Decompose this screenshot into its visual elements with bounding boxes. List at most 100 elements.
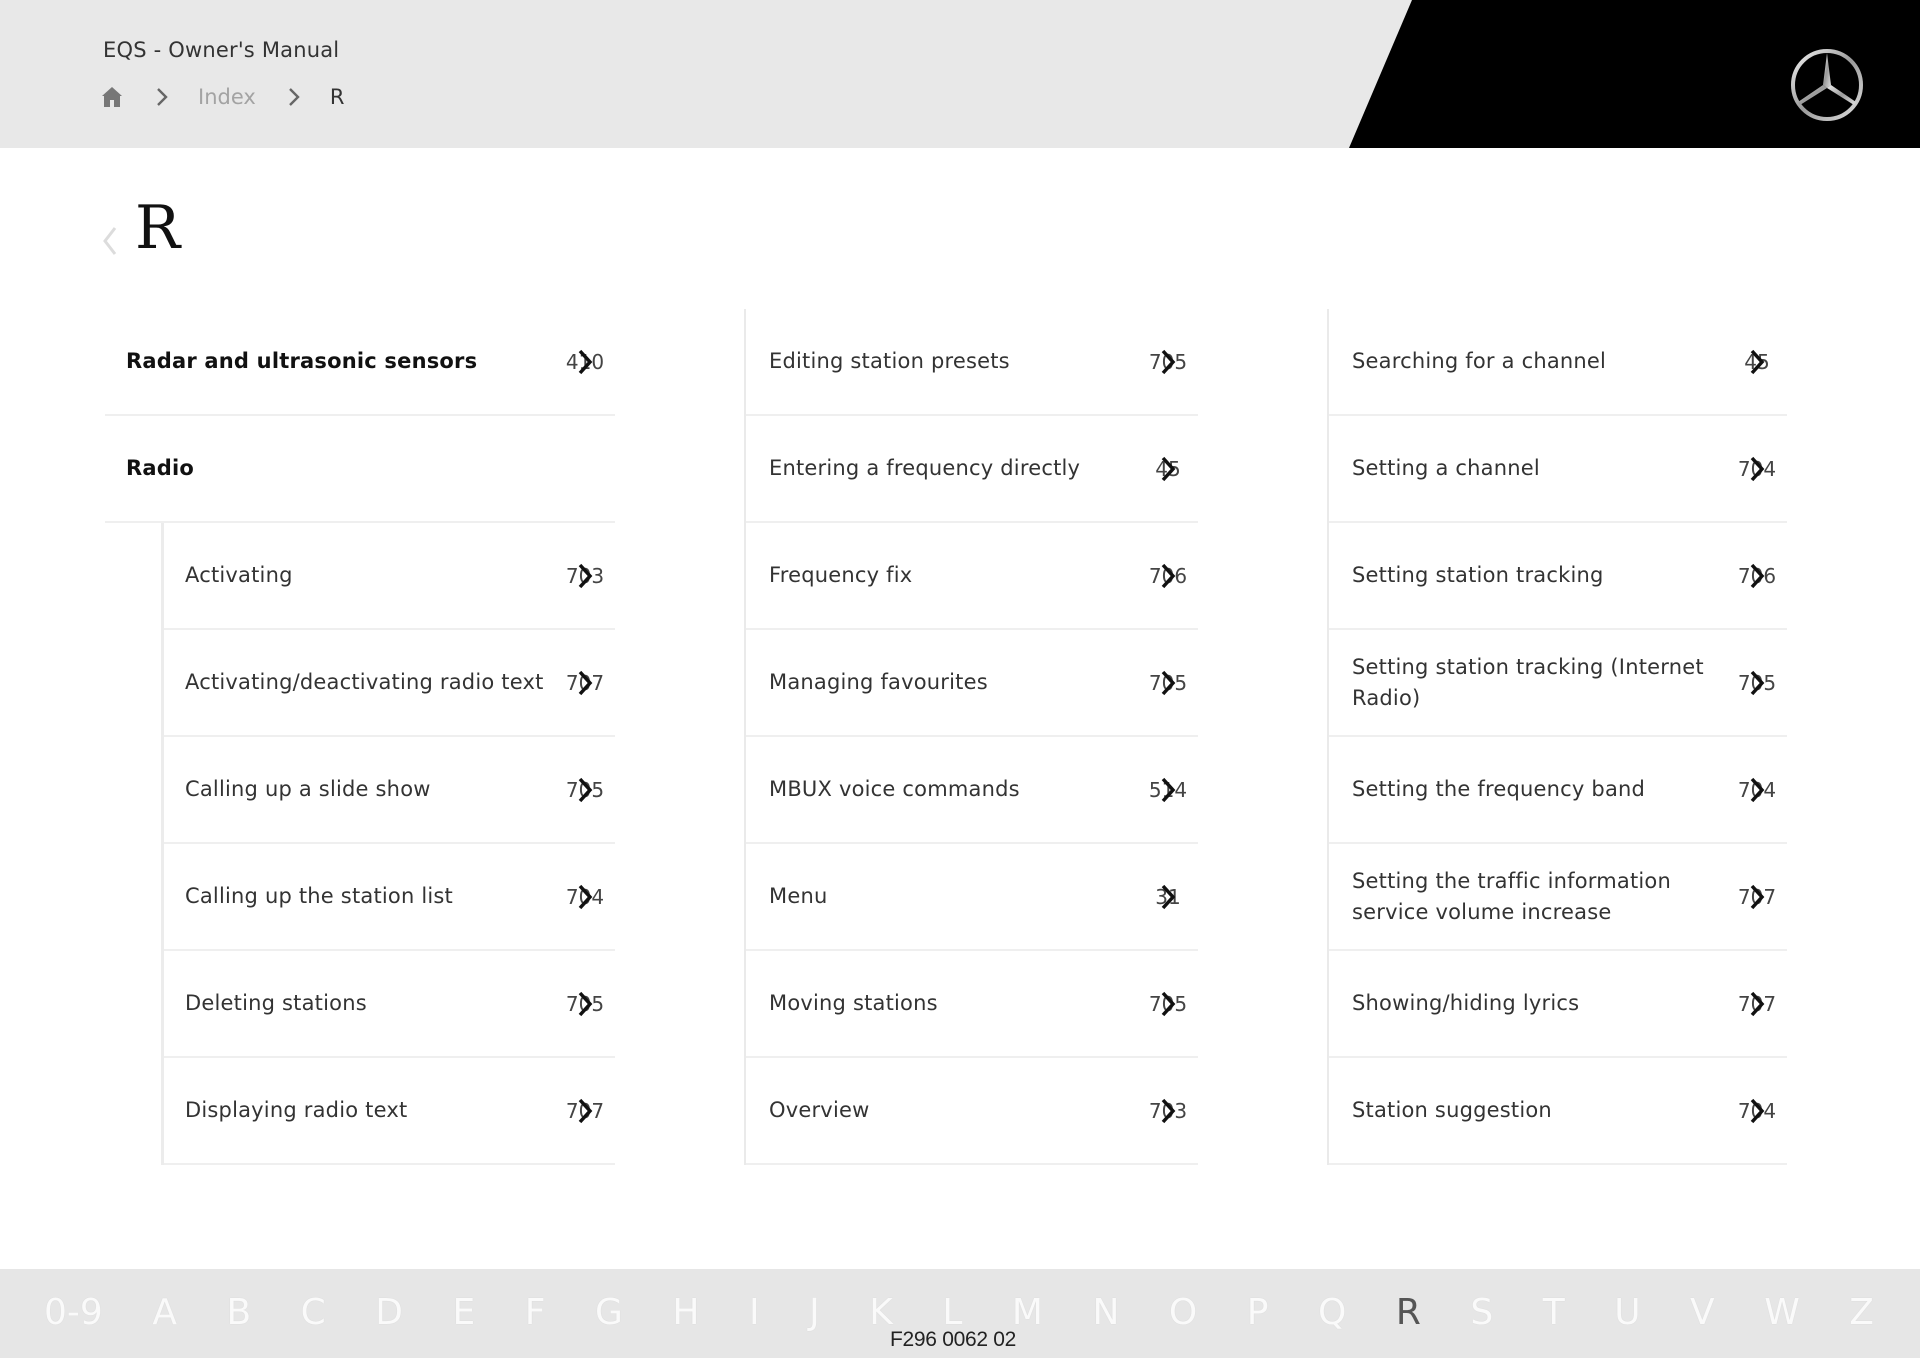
alphabet-letter-z[interactable]: Z xyxy=(1849,1292,1874,1333)
alphabet-letter-i[interactable]: I xyxy=(749,1292,760,1333)
breadcrumb-index[interactable]: Index xyxy=(198,85,256,109)
chevron-right-icon xyxy=(1747,775,1767,805)
mercedes-star-logo[interactable] xyxy=(1788,46,1866,124)
chevron-right-icon xyxy=(575,347,595,377)
chevron-right-icon xyxy=(575,668,595,698)
entry-label: Editing station presets xyxy=(769,349,1010,373)
chevron-right-icon xyxy=(1158,668,1178,698)
index-sub-entry[interactable]: Activating/deactivating radio text 707 xyxy=(164,630,615,737)
alphabet-letter-k[interactable]: K xyxy=(869,1292,893,1333)
entry-label: Calling up the station list xyxy=(185,884,453,908)
entry-label: Overview xyxy=(769,1098,870,1122)
chevron-right-icon xyxy=(1158,775,1178,805)
chevron-right-icon xyxy=(575,1096,595,1126)
chevron-left-icon[interactable] xyxy=(100,222,120,260)
entry-label: Radio xyxy=(126,456,194,480)
index-column-3: Searching for a channel 45 Setting a cha… xyxy=(1327,309,1787,1165)
index-entry[interactable]: MBUX voice commands 514 xyxy=(746,737,1198,844)
entry-label: Menu xyxy=(769,884,828,908)
alphabet-letter-b[interactable]: B xyxy=(226,1292,251,1333)
index-entry[interactable]: Menu 31 xyxy=(746,844,1198,951)
chevron-right-icon xyxy=(1747,1096,1767,1126)
chevron-right-icon xyxy=(575,561,595,591)
chevron-right-icon xyxy=(1747,561,1767,591)
index-entry[interactable]: Searching for a channel 45 xyxy=(1329,309,1787,416)
index-entry[interactable]: Setting station tracking 706 xyxy=(1329,523,1787,630)
index-entry[interactable]: Setting a channel 704 xyxy=(1329,416,1787,523)
index-entry[interactable]: Frequency fix 706 xyxy=(746,523,1198,630)
entry-label: Setting station tracking (Internet Radio… xyxy=(1352,654,1704,710)
home-icon[interactable] xyxy=(100,85,124,109)
chevron-right-icon xyxy=(1747,347,1767,377)
entry-label: Radar and ultrasonic sensors xyxy=(126,349,478,373)
chevron-right-icon xyxy=(575,989,595,1019)
entry-label: Setting the traffic information service … xyxy=(1352,868,1671,924)
alphabet-letter-n[interactable]: N xyxy=(1092,1292,1119,1333)
chevron-right-icon xyxy=(152,85,172,109)
alphabet-letter-r[interactable]: R xyxy=(1396,1292,1421,1333)
alphabet-letter-j[interactable]: J xyxy=(809,1292,820,1333)
alphabet-letter-0-9[interactable]: 0-9 xyxy=(44,1292,103,1333)
index-sub-entry[interactable]: Deleting stations 705 xyxy=(164,951,615,1058)
alphabet-letter-t[interactable]: T xyxy=(1543,1292,1565,1333)
alphabet-letter-p[interactable]: P xyxy=(1247,1292,1269,1333)
alphabet-letter-u[interactable]: U xyxy=(1614,1292,1640,1333)
entry-label: Station suggestion xyxy=(1352,1098,1552,1122)
entry-label: Frequency fix xyxy=(769,563,913,587)
alphabet-letter-o[interactable]: O xyxy=(1169,1292,1197,1333)
alphabet-letter-v[interactable]: V xyxy=(1690,1292,1715,1333)
alphabet-nav: 0-9 A B C D E F G H I J K L M N O P Q R S T U V W Z xyxy=(44,1292,1874,1333)
alphabet-letter-f[interactable]: F xyxy=(525,1292,546,1333)
index-entry[interactable]: Station suggestion 704 xyxy=(1329,1058,1787,1165)
alphabet-letter-q[interactable]: Q xyxy=(1318,1292,1346,1333)
index-entry[interactable]: Setting station tracking (Internet Radio… xyxy=(1329,630,1787,737)
index-sub-entry[interactable]: Activating 703 xyxy=(164,523,615,630)
entry-label: Entering a frequency directly xyxy=(769,456,1081,480)
index-entry[interactable]: Moving stations 705 xyxy=(746,951,1198,1058)
entry-label: Deleting stations xyxy=(185,991,367,1015)
chevron-right-icon xyxy=(1747,668,1767,698)
document-title: EQS - Owner's Manual xyxy=(103,38,340,62)
index-entry[interactable]: Editing station presets 705 xyxy=(746,309,1198,416)
chevron-right-icon xyxy=(1747,454,1767,484)
index-entry[interactable]: Setting the traffic information service … xyxy=(1329,844,1787,951)
alphabet-letter-g[interactable]: G xyxy=(595,1292,623,1333)
alphabet-letter-s[interactable]: S xyxy=(1470,1292,1493,1333)
entry-label: Setting a channel xyxy=(1352,456,1540,480)
chevron-right-icon xyxy=(1747,882,1767,912)
index-entry[interactable]: Overview 703 xyxy=(746,1058,1198,1165)
alphabet-letter-e[interactable]: E xyxy=(453,1292,476,1333)
breadcrumb: Index R xyxy=(100,82,344,112)
alphabet-letter-m[interactable]: M xyxy=(1012,1292,1043,1333)
index-column-2: Editing station presets 705 Entering a f… xyxy=(744,309,1198,1165)
index-entry-group[interactable]: Radio xyxy=(105,416,615,523)
section-letter-heading: R xyxy=(135,193,181,263)
alphabet-letter-c[interactable]: C xyxy=(301,1292,326,1333)
index-sub-entry[interactable]: Calling up a slide show 705 xyxy=(164,737,615,844)
alphabet-letter-d[interactable]: D xyxy=(375,1292,403,1333)
entry-label: Showing/hiding lyrics xyxy=(1352,991,1580,1015)
chevron-right-icon xyxy=(1158,989,1178,1019)
chevron-right-icon xyxy=(575,882,595,912)
index-entry[interactable]: Showing/hiding lyrics 707 xyxy=(1329,951,1787,1058)
chevron-right-icon xyxy=(1158,347,1178,377)
chevron-right-icon xyxy=(1158,454,1178,484)
alphabet-letter-a[interactable]: A xyxy=(152,1292,177,1333)
alphabet-letter-h[interactable]: H xyxy=(672,1292,699,1333)
chevron-right-icon xyxy=(1747,989,1767,1019)
index-entry[interactable]: Setting the frequency band 704 xyxy=(1329,737,1787,844)
index-column-1: Radar and ultrasonic sensors 410 Radio A… xyxy=(105,309,615,1165)
index-entry[interactable]: Entering a frequency directly 45 xyxy=(746,416,1198,523)
index-entry[interactable]: Managing favourites 705 xyxy=(746,630,1198,737)
index-entry[interactable]: Radar and ultrasonic sensors 410 xyxy=(105,309,615,416)
chevron-right-icon xyxy=(1158,1096,1178,1126)
breadcrumb-current: R xyxy=(329,85,345,109)
entry-label: MBUX voice commands xyxy=(769,777,1020,801)
entry-label: Moving stations xyxy=(769,991,938,1015)
index-sub-entry[interactable]: Calling up the station list 704 xyxy=(164,844,615,951)
chevron-right-icon xyxy=(575,775,595,805)
chevron-right-icon xyxy=(1158,882,1178,912)
alphabet-letter-l[interactable]: L xyxy=(942,1292,962,1333)
index-sub-entry[interactable]: Displaying radio text 707 xyxy=(164,1058,615,1165)
alphabet-letter-w[interactable]: W xyxy=(1764,1292,1800,1333)
